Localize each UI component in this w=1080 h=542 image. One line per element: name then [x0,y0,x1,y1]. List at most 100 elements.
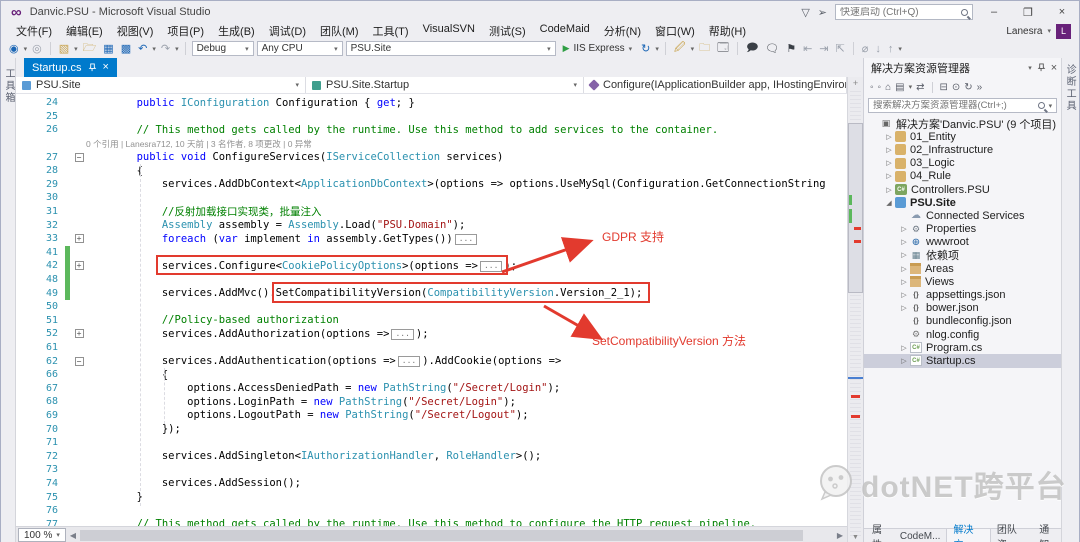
new-project-icon[interactable]: ▧ [57,42,71,55]
show-all-files-icon[interactable]: ⊙ [952,82,960,93]
tree-item-01-entity[interactable]: ▷01_Entity [864,130,1061,143]
expand-arrow-icon[interactable]: ▷ [898,225,910,233]
tree-item-bower-json[interactable]: ▷{}bower.json [864,302,1061,315]
solution-platform-dropdown[interactable]: Any CPU▾ [257,41,343,56]
breadcrumb-project-dropdown[interactable]: PSU.Site ▾ [16,77,306,93]
diagnostics-vertical-tab[interactable]: 诊断工具 [1061,58,1079,542]
menu-view[interactable]: 视图(V) [110,23,161,39]
collapsed-region[interactable]: ... [398,356,420,367]
menu-visualsvn[interactable]: VisualSVN [416,23,482,39]
startup-project-dropdown[interactable]: PSU.Site▾ [346,41,556,56]
breadcrumb-member-dropdown[interactable]: Configure(IApplicationBuilder app, IHost… [584,77,847,93]
panel-menu-caret-icon[interactable]: ▾ [1028,64,1032,72]
panel-tab-codemaid[interactable]: CodeM... [894,529,947,542]
tree-item-bundleconfig-json[interactable]: {}bundleconfig.json [864,315,1061,328]
menu-codemaid[interactable]: CodeMaid [533,23,597,39]
comment-icon[interactable]: 🗩 [744,39,760,58]
expand-arrow-icon[interactable]: ▷ [883,159,895,167]
tree-item-dependencies[interactable]: ▷▦依赖项 [864,249,1061,262]
scrollbar-thumb[interactable] [80,530,803,541]
menu-build[interactable]: 生成(B) [211,23,262,39]
move-down-icon[interactable]: ↓ [873,43,883,55]
splitter-icon[interactable]: + [848,77,863,89]
sync-with-active-document-icon[interactable]: ⇄ [916,82,924,93]
code-line-27[interactable]: 27− public void ConfigureServices(IServi… [16,150,847,164]
tab-startup-cs[interactable]: Startup.cs × [24,58,117,77]
expand-arrow-icon[interactable]: ◢ [883,199,895,207]
tree-item-connected-services[interactable]: ☁Connected Services [864,209,1061,222]
se-back-icon[interactable]: ◦ [870,82,874,93]
panel-tab-solution-explorer[interactable]: 解决方... [946,529,990,542]
pin-icon[interactable] [88,63,97,72]
quick-launch-input[interactable] [840,7,961,18]
tree-item-04-rule[interactable]: ▷04_Rule [864,170,1061,183]
collapsed-region[interactable]: ... [391,329,413,340]
minimize-button[interactable]: – [981,6,1007,18]
se-forward-icon[interactable]: ◦ [878,82,882,93]
undo-icon[interactable]: ↶ [136,42,149,55]
new-project-caret-icon[interactable]: ▾ [74,45,78,53]
menu-window[interactable]: 窗口(W) [648,23,702,39]
toolbar-overflow-icon[interactable]: ▾ [898,45,902,53]
home-icon[interactable]: ⌂ [885,82,891,93]
scroll-left-icon[interactable]: ◀ [68,531,78,540]
fold-margin[interactable]: − [72,357,86,366]
feedback-icon[interactable]: ▽ [801,6,809,19]
fold-plus-icon[interactable]: + [75,234,84,243]
navigate-back-caret-icon[interactable]: ▾ [24,45,28,53]
horizontal-scrollbar[interactable] [80,530,833,541]
code-line-24[interactable]: 24 public IConfiguration Configuration {… [16,96,847,110]
menu-team[interactable]: 团队(M) [313,23,366,39]
auto-hide-pin-icon[interactable] [1037,63,1046,72]
expand-arrow-icon[interactable]: ▷ [883,172,895,180]
fold-minus-icon[interactable]: − [75,357,84,366]
expand-arrow-icon[interactable]: ▷ [898,251,910,259]
bookmark-icon[interactable]: ⚑ [784,42,798,55]
solution-search-box[interactable]: ▾ [868,98,1057,113]
fold-plus-icon[interactable]: + [75,261,84,270]
expand-arrow-icon[interactable]: ▷ [898,304,910,312]
avatar[interactable]: L [1056,24,1071,39]
panel-tab-team-explorer[interactable]: 团队资... [991,529,1033,542]
expand-arrow-icon[interactable]: ▷ [898,265,910,273]
tree-item-program-cs[interactable]: ▷C#Program.cs [864,341,1061,354]
move-up-icon[interactable]: ↑ [886,43,896,55]
panel-tab-notifications[interactable]: 通知 [1033,529,1061,542]
attach-caret-icon[interactable]: ▾ [691,45,695,53]
navigate-back-icon[interactable]: ◉ [7,42,21,55]
save-all-icon[interactable]: ▩ [119,42,133,55]
find-in-files-icon[interactable]: 🗀 [697,39,712,58]
menu-tools[interactable]: 工具(T) [366,23,416,39]
panel-tab-properties[interactable]: 属性 [866,529,894,542]
panel-close-icon[interactable]: × [1051,62,1057,74]
user-menu-caret-icon[interactable]: ▾ [1047,27,1051,35]
tree-item-solution[interactable]: ▣解决方案'Danvic.PSU' (9 个项目) [864,117,1061,130]
menu-file[interactable]: 文件(F) [9,23,59,39]
code-editor[interactable]: 24 public IConfiguration Configuration {… [16,94,847,526]
toolbox-vertical-tab[interactable]: 工具箱 [1,58,15,542]
tree-item-startup-cs[interactable]: ▷C#Startup.cs [864,354,1061,367]
menu-project[interactable]: 项目(P) [160,23,211,39]
solution-search-input[interactable] [873,100,1034,111]
expand-arrow-icon[interactable]: ▷ [898,291,910,299]
tab-close-icon[interactable]: × [103,62,109,73]
switch-views-icon[interactable]: ▤ [895,82,904,93]
signed-in-user[interactable]: Lanesra [1006,26,1042,37]
search-caret-icon[interactable]: ▾ [1049,102,1053,110]
menu-test[interactable]: 测试(S) [482,23,533,39]
indent-increase-icon[interactable]: ⇥ [817,42,830,55]
save-to-source-icon[interactable]: 🗔 [715,39,731,58]
fold-margin[interactable]: + [72,261,86,270]
expand-arrow-icon[interactable]: ▷ [898,357,910,365]
map-viewport[interactable] [848,123,863,293]
expand-arrow-icon[interactable]: ▷ [883,146,895,154]
expand-arrow-icon[interactable]: ▷ [883,133,895,141]
open-file-icon[interactable]: 🗁 [81,39,99,58]
start-debugging-button[interactable]: ▶ IIS Express ▾ [559,43,637,54]
switch-views-caret-icon[interactable]: ▾ [909,83,913,91]
tree-item-02-infrastructure[interactable]: ▷02_Infrastructure [864,143,1061,156]
tree-item-03-logic[interactable]: ▷03_Logic [864,157,1061,170]
breadcrumb-type-dropdown[interactable]: PSU.Site.Startup ▾ [306,77,584,93]
tree-item-psu-site[interactable]: ◢PSU.Site [864,196,1061,209]
menu-edit[interactable]: 编辑(E) [59,23,110,39]
